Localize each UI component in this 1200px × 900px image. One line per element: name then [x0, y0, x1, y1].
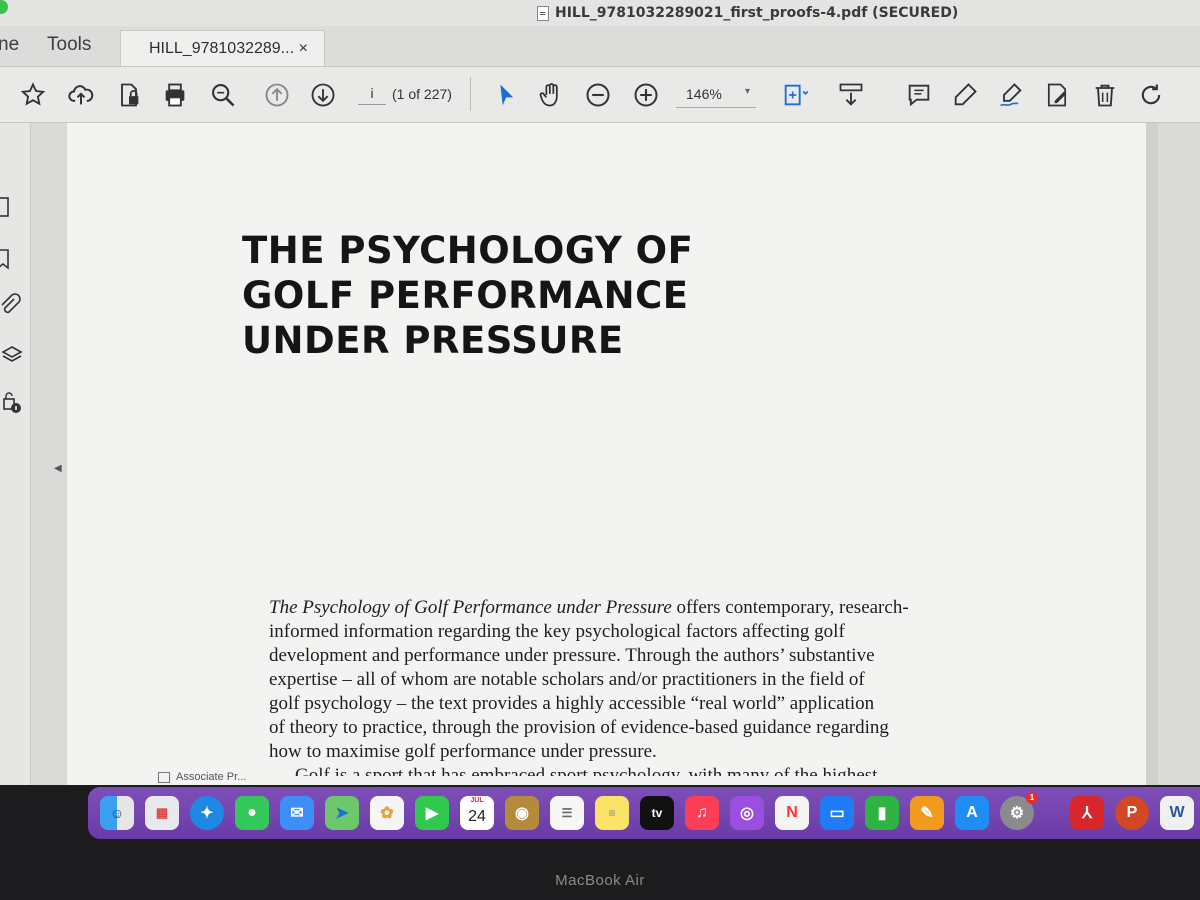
toolbar: i (1 of 227) 146% ▾	[0, 67, 1200, 123]
book-title-line-1: THE PSYCHOLOGY OF	[242, 229, 694, 272]
system-preferences-icon[interactable]: ⚙ 1	[1000, 792, 1038, 830]
rotate-icon[interactable]	[1136, 80, 1166, 110]
page-thumbnails-icon[interactable]	[0, 195, 26, 221]
calendar-day: 24	[468, 808, 486, 825]
zoom-select[interactable]: 146% ▾	[676, 81, 756, 108]
left-navigation-rail	[0, 123, 31, 785]
lock-file-icon[interactable]	[114, 80, 144, 110]
checkbox-icon	[158, 771, 170, 783]
device-label: MacBook Air	[555, 872, 645, 889]
archive-app-icon[interactable]: ◉	[505, 796, 539, 830]
numbers-icon[interactable]: ▮	[865, 796, 899, 830]
app-store-icon[interactable]: A	[955, 796, 989, 830]
blurb-line: of theory to practice, through the provi…	[269, 717, 889, 738]
window-title-text: HILL_9781032289021_first_proofs-4.pdf (S…	[555, 5, 959, 21]
facetime-icon[interactable]: ▶	[415, 796, 449, 830]
finder-icon[interactable]: ☺	[100, 796, 134, 830]
cloud-upload-icon[interactable]	[66, 80, 96, 110]
blurb-line: expertise – all of whom are notable scho…	[269, 669, 865, 690]
blurb-line-1: The Psychology of Golf Performance under…	[269, 596, 969, 620]
apple-tv-label: tv	[651, 806, 663, 820]
security-info-icon[interactable]	[0, 391, 26, 417]
podcasts-icon[interactable]: ◎	[730, 796, 764, 830]
keynote-icon[interactable]: ▭	[820, 796, 854, 830]
close-tab-icon[interactable]: ×	[299, 40, 308, 58]
tab-document[interactable]: HILL_9781032289... ×	[120, 30, 325, 66]
pages-icon[interactable]: ✎	[910, 796, 944, 830]
blurb-line: development and performance under pressu…	[269, 645, 875, 666]
photos-icon[interactable]: ✿	[370, 796, 404, 830]
bookmark-icon[interactable]	[0, 247, 26, 273]
safari-icon[interactable]: ✦	[190, 796, 224, 830]
tab-document-label: HILL_9781032289...	[149, 39, 295, 57]
book-title-line-3: UNDER PRESSURE	[242, 319, 624, 362]
launchpad-icon[interactable]: ▦	[145, 796, 179, 830]
blurb-book-title: The Psychology of Golf Performance under…	[269, 597, 672, 618]
blurb-line: golf psychology – the text provides a hi…	[269, 693, 875, 714]
maps-icon[interactable]: ➤	[325, 796, 359, 830]
blurb-line-1-rest: offers contemporary, research-	[671, 597, 909, 618]
blurb-line: informed information regarding the key p…	[269, 621, 845, 642]
page-down-icon[interactable]	[308, 80, 338, 110]
news-icon[interactable]: N	[775, 796, 809, 830]
zoom-search-icon[interactable]	[208, 80, 238, 110]
book-blurb: The Psychology of Golf Performance under…	[269, 596, 969, 776]
acrobat-icon[interactable]: ⅄	[1070, 796, 1104, 830]
notes-icon[interactable]: ≡	[595, 796, 629, 830]
blurb-line: how to maximise golf performance under p…	[269, 741, 657, 762]
toolbar-divider	[470, 77, 471, 111]
zoom-out-icon[interactable]	[583, 80, 613, 110]
window-title: HILL_9781032289021_first_proofs-4.pdf (S…	[537, 4, 958, 22]
edit-icon[interactable]	[1042, 80, 1072, 110]
zoom-in-icon[interactable]	[631, 80, 661, 110]
page-up-icon[interactable]	[262, 80, 292, 110]
book-title-line-2: GOLF PERFORMANCE	[242, 274, 689, 317]
mail-icon[interactable]: ✉	[280, 796, 314, 830]
highlight-icon[interactable]	[950, 80, 980, 110]
collapse-panel-icon[interactable]: ◀	[54, 463, 62, 474]
calendar-icon[interactable]: JUL 24	[460, 796, 494, 830]
tab-bar: ne Tools HILL_9781032289... ×	[0, 26, 1200, 67]
page-number-input[interactable]: i	[358, 82, 386, 105]
powerpoint-icon[interactable]: P	[1115, 796, 1149, 830]
reminders-icon[interactable]: ☰	[550, 796, 584, 830]
comment-icon[interactable]	[904, 80, 934, 110]
settings-badge: 1	[1026, 792, 1038, 804]
scroll-mode-icon[interactable]	[836, 80, 866, 110]
select-arrow-icon[interactable]	[490, 80, 520, 110]
word-icon[interactable]: W	[1160, 796, 1194, 830]
title-bar: HILL_9781032289021_first_proofs-4.pdf (S…	[0, 0, 1200, 27]
window-zoom-button[interactable]	[0, 0, 8, 14]
apple-tv-icon[interactable]: tv	[640, 796, 674, 830]
document-icon	[537, 5, 549, 21]
messages-icon[interactable]: ●	[235, 796, 269, 830]
music-icon[interactable]: ♫	[685, 796, 719, 830]
blurb-cut-line: Golf is a sport that has embraced sport …	[295, 765, 878, 776]
fit-page-icon[interactable]	[780, 80, 810, 110]
page-count: (1 of 227)	[392, 86, 452, 102]
sign-icon[interactable]	[996, 80, 1026, 110]
dock: ☺ ▦ ✦ ● ✉ ➤ ✿ ▶ JUL 24 ◉ ☰ ≡ tv ♫ ◎ N ▭ …	[88, 787, 1200, 839]
footer-partial-text: Associate Pr...	[176, 771, 247, 783]
calendar-month: JUL	[470, 797, 484, 804]
tab-home[interactable]: ne	[0, 34, 19, 56]
footer-partial: Associate Pr...	[158, 771, 246, 783]
screen: HILL_9781032289021_first_proofs-4.pdf (S…	[0, 0, 1200, 785]
chevron-down-icon: ▾	[744, 86, 750, 97]
layers-icon[interactable]	[0, 343, 26, 369]
tab-tools[interactable]: Tools	[47, 34, 91, 56]
zoom-value: 146%	[686, 86, 722, 102]
book-title: THE PSYCHOLOGY OF GOLF PERFORMANCE UNDER…	[242, 228, 842, 363]
vertical-scrollbar[interactable]	[1146, 123, 1158, 785]
hand-icon[interactable]	[536, 80, 566, 110]
delete-icon[interactable]	[1090, 80, 1120, 110]
attachment-icon[interactable]	[0, 293, 26, 319]
printer-icon[interactable]	[160, 80, 190, 110]
star-icon[interactable]	[18, 80, 48, 110]
